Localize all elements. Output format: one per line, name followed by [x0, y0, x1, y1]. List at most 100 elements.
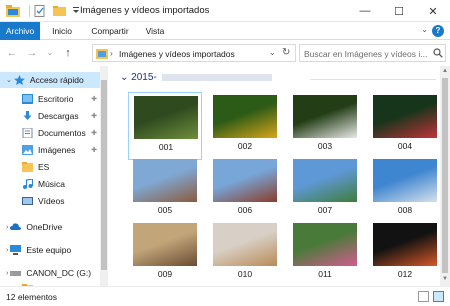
- photo-thumbnail: [213, 159, 277, 202]
- nav-item-pictures[interactable]: Imágenes ✚: [0, 142, 100, 158]
- folder-icon: [22, 162, 33, 172]
- thumbnail-label: 012: [397, 269, 413, 279]
- computer-icon: [10, 245, 22, 255]
- download-folder-icon: [22, 111, 33, 121]
- nav-item-music[interactable]: Música: [0, 176, 100, 192]
- thumbnail-tile[interactable]: 006: [208, 156, 282, 224]
- new-folder-icon[interactable]: [53, 5, 67, 17]
- thumbnail-tile[interactable]: 001: [128, 92, 202, 160]
- nav-item-videos[interactable]: Vídeos: [0, 193, 100, 209]
- content-scrollbar-thumb[interactable]: [442, 78, 448, 273]
- thumbnail-tile[interactable]: 002: [208, 92, 282, 160]
- nav-item-es[interactable]: ES: [0, 159, 100, 175]
- pictures-folder-icon: [22, 145, 33, 155]
- nav-item-documents[interactable]: Documentos ✚: [0, 125, 100, 141]
- details-view-icon[interactable]: [418, 291, 429, 302]
- star-icon: [13, 75, 25, 85]
- thumbnail-label: 011: [318, 269, 332, 279]
- nav-item-desktop[interactable]: Escritorio ✚: [0, 91, 100, 107]
- thumbnail-label: 006: [237, 205, 253, 215]
- blurred-date-text: [161, 73, 272, 81]
- tab-file[interactable]: Archivo: [0, 22, 40, 40]
- collapse-chevron-icon[interactable]: ›: [6, 247, 8, 254]
- thumbnail-label: 010: [237, 269, 253, 279]
- properties-icon[interactable]: [34, 5, 48, 17]
- file-list: ⌄ 2015- 001 002 003 004 005 006 007 008 009 010 01…: [110, 66, 440, 286]
- nav-label: Escritorio: [38, 94, 74, 104]
- thumbnail-tile[interactable]: 003: [288, 92, 362, 160]
- thumbnail-label: 009: [157, 269, 173, 279]
- item-count: 12 elementos: [6, 292, 58, 302]
- refresh-icon[interactable]: ↻: [282, 47, 290, 58]
- search-input[interactable]: Buscar en Imágenes y vídeos i...: [304, 49, 432, 59]
- navigation-pane: ⌄ Acceso rápido Escritorio ✚ Descargas ✚…: [0, 66, 108, 286]
- navigation-scrollbar-thumb[interactable]: [101, 80, 107, 270]
- thumbnail-label: 003: [317, 141, 333, 151]
- help-icon[interactable]: ?: [432, 25, 444, 37]
- large-icons-view-icon[interactable]: [433, 291, 444, 302]
- forward-button[interactable]: →: [26, 46, 38, 60]
- photo-thumbnail: [133, 159, 197, 202]
- nav-label: Vídeos: [38, 196, 65, 206]
- thumbnail-tile[interactable]: 009: [128, 220, 202, 286]
- documents-folder-icon: [22, 127, 33, 139]
- recent-locations-button[interactable]: ⌄: [44, 46, 56, 60]
- thumbnail-tile[interactable]: 012: [368, 220, 440, 286]
- address-bar[interactable]: › Imágenes y vídeos importados ⌄ ↻: [92, 44, 296, 62]
- photo-thumbnail: [134, 96, 198, 139]
- navigation-scrollbar[interactable]: [100, 66, 108, 286]
- nav-item-this-pc[interactable]: › Este equipo: [0, 242, 100, 258]
- pin-icon[interactable]: ✚: [91, 95, 97, 103]
- collapse-chevron-icon[interactable]: ›: [6, 270, 8, 277]
- nav-item-onedrive[interactable]: › OneDrive: [0, 219, 100, 235]
- tab-share[interactable]: Compartir: [86, 22, 134, 40]
- close-button[interactable]: ✕: [416, 0, 450, 22]
- nav-label: CANON_DC (G:): [26, 268, 92, 278]
- thumbnail-tile[interactable]: 004: [368, 92, 440, 160]
- photo-thumbnail: [373, 223, 437, 266]
- maximize-button[interactable]: ☐: [382, 0, 416, 22]
- up-button[interactable]: ↑: [62, 46, 74, 60]
- pin-icon[interactable]: ✚: [91, 129, 97, 137]
- address-dropdown-icon[interactable]: ⌄: [269, 48, 276, 57]
- explorer-icon[interactable]: [6, 5, 20, 17]
- search-box[interactable]: Buscar en Imágenes y vídeos i...: [299, 44, 446, 62]
- pictures-folder-icon: [96, 48, 108, 61]
- thumbnail-tile[interactable]: 008: [368, 156, 440, 224]
- expand-chevron-icon[interactable]: ⌄: [6, 76, 12, 84]
- photo-thumbnail: [293, 95, 357, 138]
- group-header[interactable]: ⌄ 2015-: [120, 72, 272, 83]
- nav-item-quick-access[interactable]: ⌄ Acceso rápido: [0, 72, 100, 88]
- group-title: 2015-: [131, 72, 157, 83]
- minimize-button[interactable]: —: [348, 0, 382, 22]
- videos-folder-icon: [22, 196, 33, 206]
- photo-thumbnail: [213, 223, 277, 266]
- thumbnail-tile[interactable]: 005: [128, 156, 202, 224]
- search-icon[interactable]: [433, 48, 443, 60]
- ribbon-expand-icon[interactable]: ⌄: [421, 25, 428, 34]
- photo-thumbnail: [373, 95, 437, 138]
- thumbnail-tile[interactable]: 007: [288, 156, 362, 224]
- breadcrumb-path[interactable]: Imágenes y vídeos importados: [119, 49, 235, 59]
- nav-item-canon-drive[interactable]: › CANON_DC (G:): [0, 265, 100, 281]
- pin-icon[interactable]: ✚: [91, 146, 97, 154]
- nav-item-downloads[interactable]: Descargas ✚: [0, 108, 100, 124]
- pin-icon[interactable]: ✚: [91, 112, 97, 120]
- tab-home[interactable]: Inicio: [44, 22, 80, 40]
- status-bar: 12 elementos: [0, 286, 450, 306]
- nav-label: Documentos: [38, 128, 86, 138]
- thumbnail-tile[interactable]: 010: [208, 220, 282, 286]
- nav-label: Música: [38, 179, 65, 189]
- tab-view[interactable]: Vista: [140, 22, 170, 40]
- content-scrollbar[interactable]: ▲ ▼: [440, 66, 450, 286]
- back-button[interactable]: ←: [6, 46, 18, 60]
- collapse-chevron-icon[interactable]: ›: [6, 224, 8, 231]
- nav-label: Este equipo: [26, 245, 72, 255]
- group-collapse-icon[interactable]: ⌄: [120, 72, 128, 83]
- photo-thumbnail: [373, 159, 437, 202]
- scroll-down-icon[interactable]: ▼: [441, 276, 449, 282]
- customize-toolbar-icon[interactable]: [72, 5, 80, 17]
- thumbnail-tile[interactable]: 011: [288, 220, 362, 286]
- scroll-up-icon[interactable]: ▲: [441, 68, 449, 74]
- thumbnail-label: 007: [317, 205, 333, 215]
